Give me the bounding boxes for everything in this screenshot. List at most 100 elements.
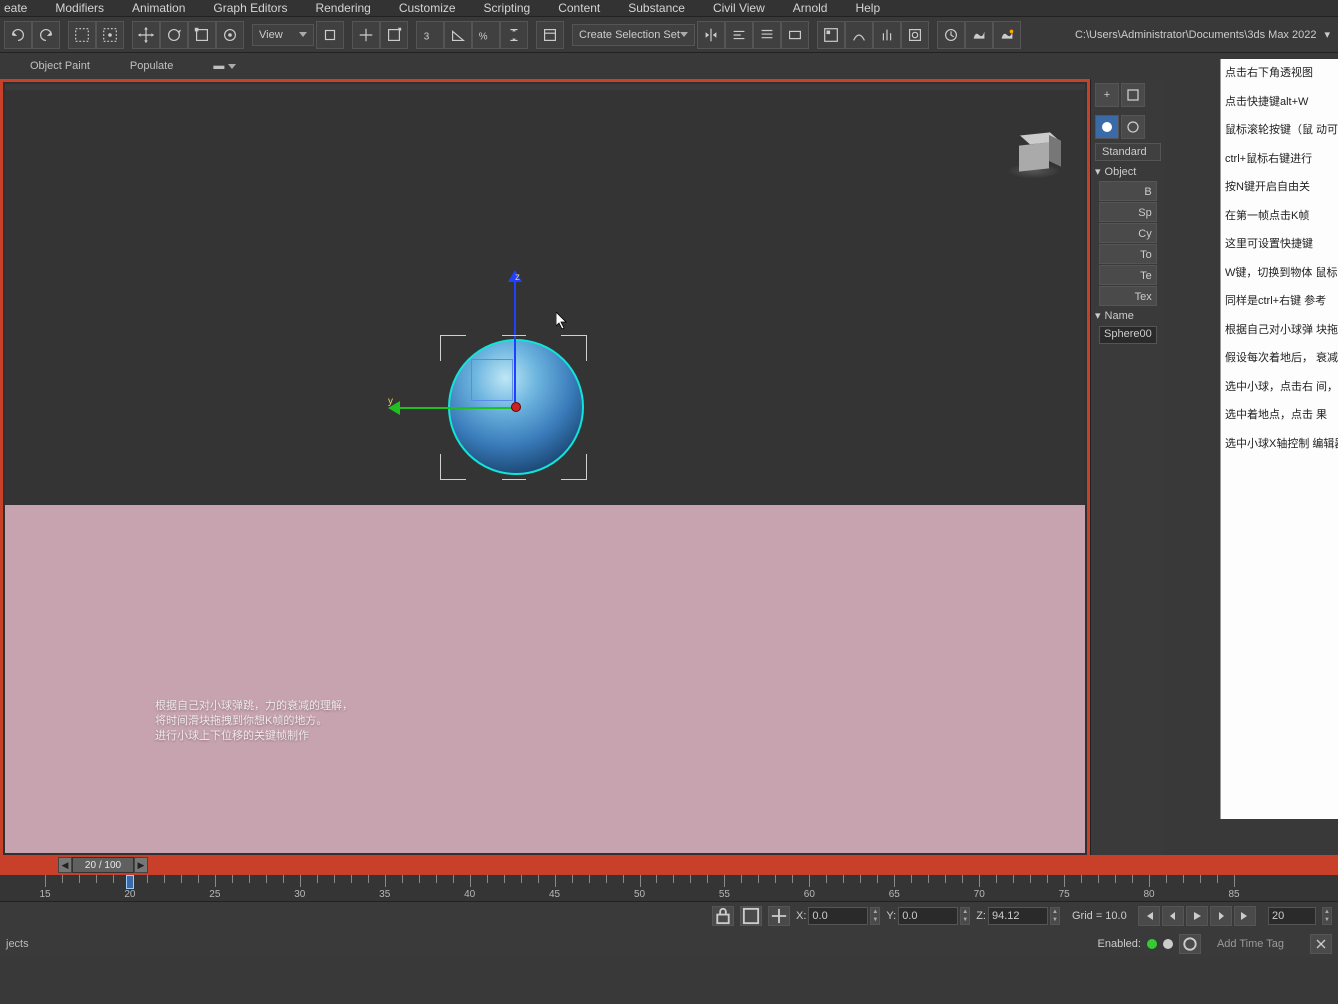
toggle-ribbon-button[interactable] [781,21,809,49]
named-selection-dropdown[interactable]: Create Selection Set [572,24,695,46]
absolute-transform-button[interactable] [768,906,790,926]
gizmo-xy-plane[interactable] [471,359,513,401]
layer-explorer-button[interactable] [753,21,781,49]
spinner-x[interactable]: ▲▼ [870,907,880,925]
spinner-frame[interactable]: ▲▼ [1322,907,1332,925]
listener-record-dot[interactable] [1163,939,1173,949]
menu-modifiers[interactable]: Modifiers [41,1,118,15]
snap-3d-button[interactable]: 3 [416,21,444,49]
menu-substance[interactable]: Substance [614,1,699,15]
time-slider-track[interactable]: ◀ 20 / 100 ▶ [0,855,1338,875]
gizmo-y-axis[interactable] [390,407,520,409]
menu-scripting[interactable]: Scripting [470,1,545,15]
gizmo-origin[interactable] [511,402,521,412]
menu-rendering[interactable]: Rendering [301,1,384,15]
reference-coord-dropdown[interactable]: View [252,24,314,46]
listener-enabled-dot[interactable] [1147,939,1157,949]
ribbon-object-paint[interactable]: Object Paint [30,60,90,72]
timeline-ruler[interactable]: 152025303540455055606570758085 [0,875,1338,901]
menu-help[interactable]: Help [841,1,894,15]
coord-x-input[interactable] [808,907,868,925]
cp-type-cylinder[interactable]: Cy [1099,223,1157,243]
axis-label-y: y [388,396,393,407]
coord-z-input[interactable] [988,907,1048,925]
menu-civil-view[interactable]: Civil View [699,1,779,15]
selection-lock-toggle[interactable] [740,906,762,926]
time-config-button[interactable] [1310,934,1332,954]
perspective-viewport[interactable]: z y 根据自己对小球弹跳，力的衰减的理解， 将时间滑块拖拽到你想K帧的地方。 … [5,84,1085,853]
lock-selection-button[interactable] [712,906,734,926]
use-pivot-center-button[interactable] [316,21,344,49]
angle-snap-button[interactable] [444,21,472,49]
cp-type-box[interactable]: B [1099,181,1157,201]
cp-add-button[interactable]: + [1095,83,1119,107]
cp-rollout-object-type[interactable]: ▾ Object [1095,163,1161,180]
mirror-button[interactable] [697,21,725,49]
menu-arnold[interactable]: Arnold [779,1,842,15]
select-place-button[interactable] [216,21,244,49]
ribbon-dropdown-icon[interactable]: ▬ [213,60,236,72]
menu-create[interactable]: eate [4,1,41,15]
coord-z-label: Z: [976,910,986,922]
time-slider-prev-button[interactable]: ◀ [58,857,72,873]
key-mode-button[interactable] [1179,934,1201,954]
material-editor-button[interactable] [873,21,901,49]
align-button[interactable] [725,21,753,49]
cp-modify-tab[interactable] [1121,83,1145,107]
current-frame-input[interactable] [1268,907,1316,925]
mouse-cursor-icon [556,312,568,330]
undo-button[interactable] [4,21,32,49]
ribbon-populate[interactable]: Populate [130,60,173,72]
schematic-view-button[interactable] [845,21,873,49]
edit-named-sel-button[interactable] [536,21,564,49]
goto-start-button[interactable] [1138,906,1160,926]
cp-type-torus[interactable]: To [1099,244,1157,264]
time-slider[interactable]: 20 / 100 [72,857,134,873]
timeline-current-marker[interactable] [126,875,134,889]
cp-type-textplus[interactable]: Tex [1099,286,1157,306]
render-frame-button[interactable] [937,21,965,49]
goto-end-button[interactable] [1234,906,1256,926]
play-button[interactable] [1186,906,1208,926]
render-iterative-button[interactable] [993,21,1021,49]
cp-rollout-name[interactable]: ▾ Name [1095,307,1161,324]
spinner-z[interactable]: ▲▼ [1050,907,1060,925]
cp-geometry-button[interactable] [1095,115,1119,139]
axis-label-z: z [515,272,520,283]
select-filter-button[interactable] [352,21,380,49]
menu-animation[interactable]: Animation [118,1,199,15]
spinner-y[interactable]: ▲▼ [960,907,970,925]
menu-content[interactable]: Content [544,1,614,15]
cp-type-teapot[interactable]: Te [1099,265,1157,285]
spinner-snap-button[interactable] [500,21,528,49]
percent-snap-button[interactable]: % [472,21,500,49]
selection-count-label: jects [6,938,29,950]
viewcube[interactable] [1001,126,1067,192]
menu-customize[interactable]: Customize [385,1,470,15]
note-line: ctrl+鼠标右键进行 [1225,151,1334,168]
select-scale-button[interactable] [188,21,216,49]
time-slider-next-button[interactable]: ▶ [134,857,148,873]
unlink-button[interactable] [96,21,124,49]
coord-y-input[interactable] [898,907,958,925]
object-name-field[interactable]: Sphere00 [1099,326,1157,344]
redo-button[interactable] [32,21,60,49]
cp-shapes-button[interactable] [1121,115,1145,139]
select-rotate-button[interactable] [160,21,188,49]
svg-text:%: % [479,31,488,42]
select-link-button[interactable] [68,21,96,49]
next-frame-button[interactable] [1210,906,1232,926]
curve-editor-button[interactable] [817,21,845,49]
main-menu-bar: eate Modifiers Animation Graph Editors R… [0,0,1338,17]
render-setup-button[interactable] [901,21,929,49]
tutorial-notes-panel: 点击右下角透视图 点击快捷键alt+W 鼠标滚轮按键（鼠 动可前后推拉视角 基点… [1220,59,1338,819]
cp-type-sphere[interactable]: Sp [1099,202,1157,222]
cp-category-dropdown[interactable]: Standard [1095,143,1161,161]
path-dropdown-icon[interactable]: ▾ [1324,28,1334,41]
window-crossing-button[interactable] [380,21,408,49]
menu-graph-editors[interactable]: Graph Editors [199,1,301,15]
render-production-button[interactable] [965,21,993,49]
select-move-button[interactable] [132,21,160,49]
add-time-tag-button[interactable]: Add Time Tag [1217,938,1284,950]
prev-frame-button[interactable] [1162,906,1184,926]
